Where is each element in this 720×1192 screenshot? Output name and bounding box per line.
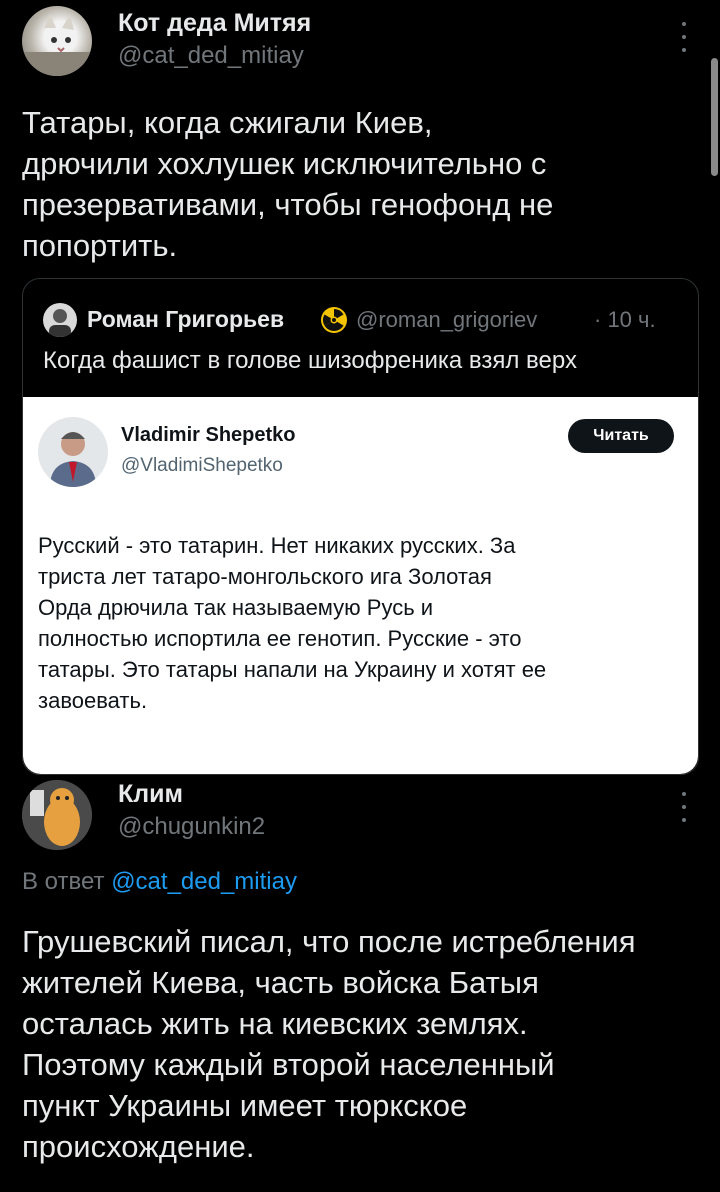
tweet-text-line: презервативами, чтобы генофонд не — [22, 187, 554, 222]
quoted-tweet[interactable]: Роман Григорьев @roman_grigoriev · 10 ч.… — [22, 278, 699, 775]
tweet-text-line: Грушевский писал, что после истребления — [22, 924, 636, 959]
tweet-text-line: Татары, когда сжигали Киев, — [22, 105, 433, 140]
cat-photo-icon — [22, 14, 92, 76]
tweet-text-line: осталась жить на киевских землях. — [22, 1006, 528, 1041]
card-avatar[interactable] — [38, 417, 108, 487]
person-photo-icon — [49, 309, 71, 337]
quote-author-name[interactable]: Роман Григорьев — [87, 306, 284, 333]
author-handle[interactable]: @chugunkin2 — [118, 813, 265, 841]
more-options-icon[interactable] — [681, 22, 687, 52]
tweet-text-line: пункт Украины имеет тюркское — [22, 1088, 468, 1123]
quote-time[interactable]: · 10 ч. — [594, 307, 656, 333]
card-author-name[interactable]: Vladimir Shepetko — [121, 424, 296, 447]
radioactive-icon — [320, 306, 348, 334]
more-options-icon[interactable] — [681, 792, 687, 822]
tweet-text-line: дрючили хохлушек исключительно с — [22, 146, 547, 181]
card-text-line: Орда дрючила так называемую Русь и — [38, 595, 434, 620]
scrollbar[interactable] — [711, 58, 718, 176]
card-text-line: Русский - это татарин. Нет никаких русск… — [38, 533, 516, 558]
card-text-line: завоевать. — [38, 688, 148, 713]
person-photo-icon — [50, 432, 96, 487]
tweet-text-line: происхождение. — [22, 1129, 255, 1164]
tweet-text-line: попортить. — [22, 228, 178, 263]
card-text-line: триста лет татаро-монгольского ига Золот… — [38, 564, 492, 589]
read-button[interactable]: Читать — [568, 419, 674, 453]
author-name[interactable]: Кот деда Митяя — [118, 9, 311, 38]
reply-context: В ответ @cat_ded_mitiay — [22, 868, 297, 896]
tweet-text-line: Поэтому каждый второй населенный — [22, 1047, 555, 1082]
tweet-text: Татары, когда сжигали Киев, дрючили хохл… — [22, 102, 662, 266]
quote-handle[interactable]: @roman_grigoriev — [356, 307, 537, 333]
card-author-handle[interactable]: @VladimiShepetko — [121, 455, 283, 477]
card-text-line: татары. Это татары напали на Украину и х… — [38, 657, 547, 682]
author-name[interactable]: Клим — [118, 780, 183, 809]
tweet-text: Грушевский писал, что после истребления … — [22, 921, 712, 1167]
reply-prefix: В ответ — [22, 868, 105, 895]
cartoon-cat-icon — [22, 780, 92, 850]
author-handle[interactable]: @cat_ded_mitiay — [118, 42, 304, 70]
quote-text: Когда фашист в голове шизофреника взял в… — [43, 347, 577, 374]
quote-avatar[interactable] — [43, 303, 77, 337]
avatar-cat-ded-mitiay[interactable] — [22, 6, 92, 76]
embedded-tweet-card[interactable]: Vladimir Shepetko @VladimiShepetko Читат… — [23, 397, 698, 774]
card-text-line: полностью испортила ее генотип. Русские … — [38, 626, 522, 651]
tweet-text-line: жителей Киева, часть войска Батыя — [22, 965, 539, 1000]
card-text: Русский - это татарин. Нет никаких русск… — [38, 530, 688, 716]
reply-handle-link[interactable]: @cat_ded_mitiay — [111, 868, 297, 895]
avatar-klim[interactable] — [22, 780, 92, 850]
